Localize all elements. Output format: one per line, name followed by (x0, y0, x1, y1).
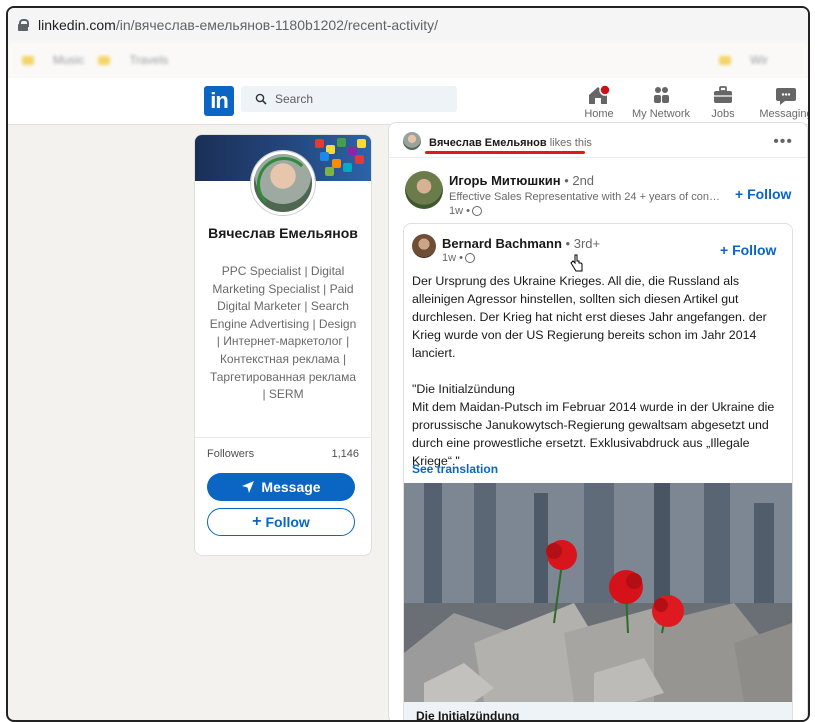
see-translation-link[interactable]: See translation (412, 462, 498, 476)
followers-row: Followers 1,146 (207, 448, 359, 460)
messaging-icon (776, 88, 796, 105)
linkedin-navbar: in Search Home My Network Jobs Messaging (8, 78, 808, 125)
like-text: Вячеслав Емельянов likes this (429, 137, 592, 149)
search-icon (255, 93, 267, 105)
highlight-underline (425, 151, 585, 154)
send-icon (242, 481, 255, 493)
hand-cursor-icon (570, 254, 583, 272)
post-time: 1w • (449, 205, 482, 217)
post-body: Der Ursprung des Ukraine Krieges. All di… (412, 272, 786, 470)
nav-messaging[interactable]: Messaging (758, 84, 808, 120)
post-paragraph-2: Mit dem Maidan-Putsch im Februar 2014 wu… (412, 400, 775, 468)
plus-icon: + (252, 513, 262, 530)
address-bar[interactable]: linkedin.com/in/вячеслав-емельянов-1180b… (8, 8, 808, 42)
profile-card: Вячеслав Емельянов PPC Specialist | Digi… (194, 134, 372, 556)
followers-label: Followers (207, 448, 255, 460)
shared-author-name[interactable]: Bernard Bachmann • 3rd+ (442, 236, 600, 251)
url-path: /in/вячеслав-емельянов-1180b1202/recent-… (115, 17, 439, 33)
shared-post-time: 1w • (442, 252, 475, 264)
bookmarks-bar: Music Travels Wir (8, 42, 808, 78)
profile-follow-button[interactable]: + Follow (207, 508, 355, 536)
post-follow-button[interactable]: + Follow (735, 186, 791, 202)
globe-icon (464, 253, 475, 263)
shared-author-avatar[interactable] (412, 234, 436, 258)
post-paragraph-1: Der Ursprung des Ukraine Krieges. All di… (412, 274, 767, 360)
carnations-on-cobblestones-image (404, 483, 792, 702)
shared-post: Bernard Bachmann • 3rd+ 1w • + Follow De… (403, 223, 793, 720)
post-author-avatar[interactable] (405, 171, 443, 209)
followers-count: 1,146 (331, 448, 359, 460)
liker-avatar[interactable] (403, 132, 421, 150)
folder-icon (719, 56, 731, 66)
post-author-name[interactable]: Игорь Митюшкин • 2nd (449, 173, 594, 188)
browser-window: linkedin.com/in/вячеслав-емельянов-1180b… (6, 6, 810, 722)
post-author-headline: Effective Sales Representative with 24 +… (449, 191, 721, 203)
folder-icon (98, 56, 111, 66)
lock-icon (18, 19, 29, 31)
nav-home[interactable]: Home (582, 84, 616, 120)
home-icon (589, 84, 611, 104)
article-title[interactable]: Die Initialzündung (404, 702, 792, 720)
bookmark-music[interactable]: Music (22, 53, 84, 67)
nav-jobs[interactable]: Jobs (708, 84, 738, 120)
nav-my-network[interactable]: My Network (630, 84, 692, 120)
bookmark-travels[interactable]: Travels (98, 53, 168, 67)
activity-feed-card: Вячеслав Емельянов likes this ••• Игорь … (388, 122, 808, 720)
profile-headline: PPC Specialist | Digital Marketing Speci… (209, 264, 357, 402)
post-paragraph-2-title: "Die Initialzündung (412, 382, 515, 396)
profile-avatar[interactable] (251, 151, 315, 215)
search-box[interactable]: Search (241, 86, 457, 112)
more-options-icon[interactable]: ••• (773, 133, 793, 151)
bookmark-wir[interactable]: Wir (719, 53, 768, 67)
message-button[interactable]: Message (207, 473, 355, 501)
liker-name[interactable]: Вячеслав Емельянов (429, 137, 547, 149)
shared-follow-button[interactable]: + Follow (720, 242, 776, 258)
profile-name[interactable]: Вячеслав Емельянов (195, 223, 371, 244)
folder-icon (22, 56, 34, 66)
network-icon (654, 87, 669, 103)
search-placeholder: Search (275, 92, 314, 106)
like-header: Вячеслав Емельянов likes this ••• (389, 123, 807, 158)
globe-icon (471, 206, 482, 216)
linkedin-logo[interactable]: in (204, 86, 234, 116)
url-host: linkedin.com (38, 17, 116, 33)
briefcase-icon (714, 86, 732, 103)
article-image[interactable] (404, 483, 792, 702)
